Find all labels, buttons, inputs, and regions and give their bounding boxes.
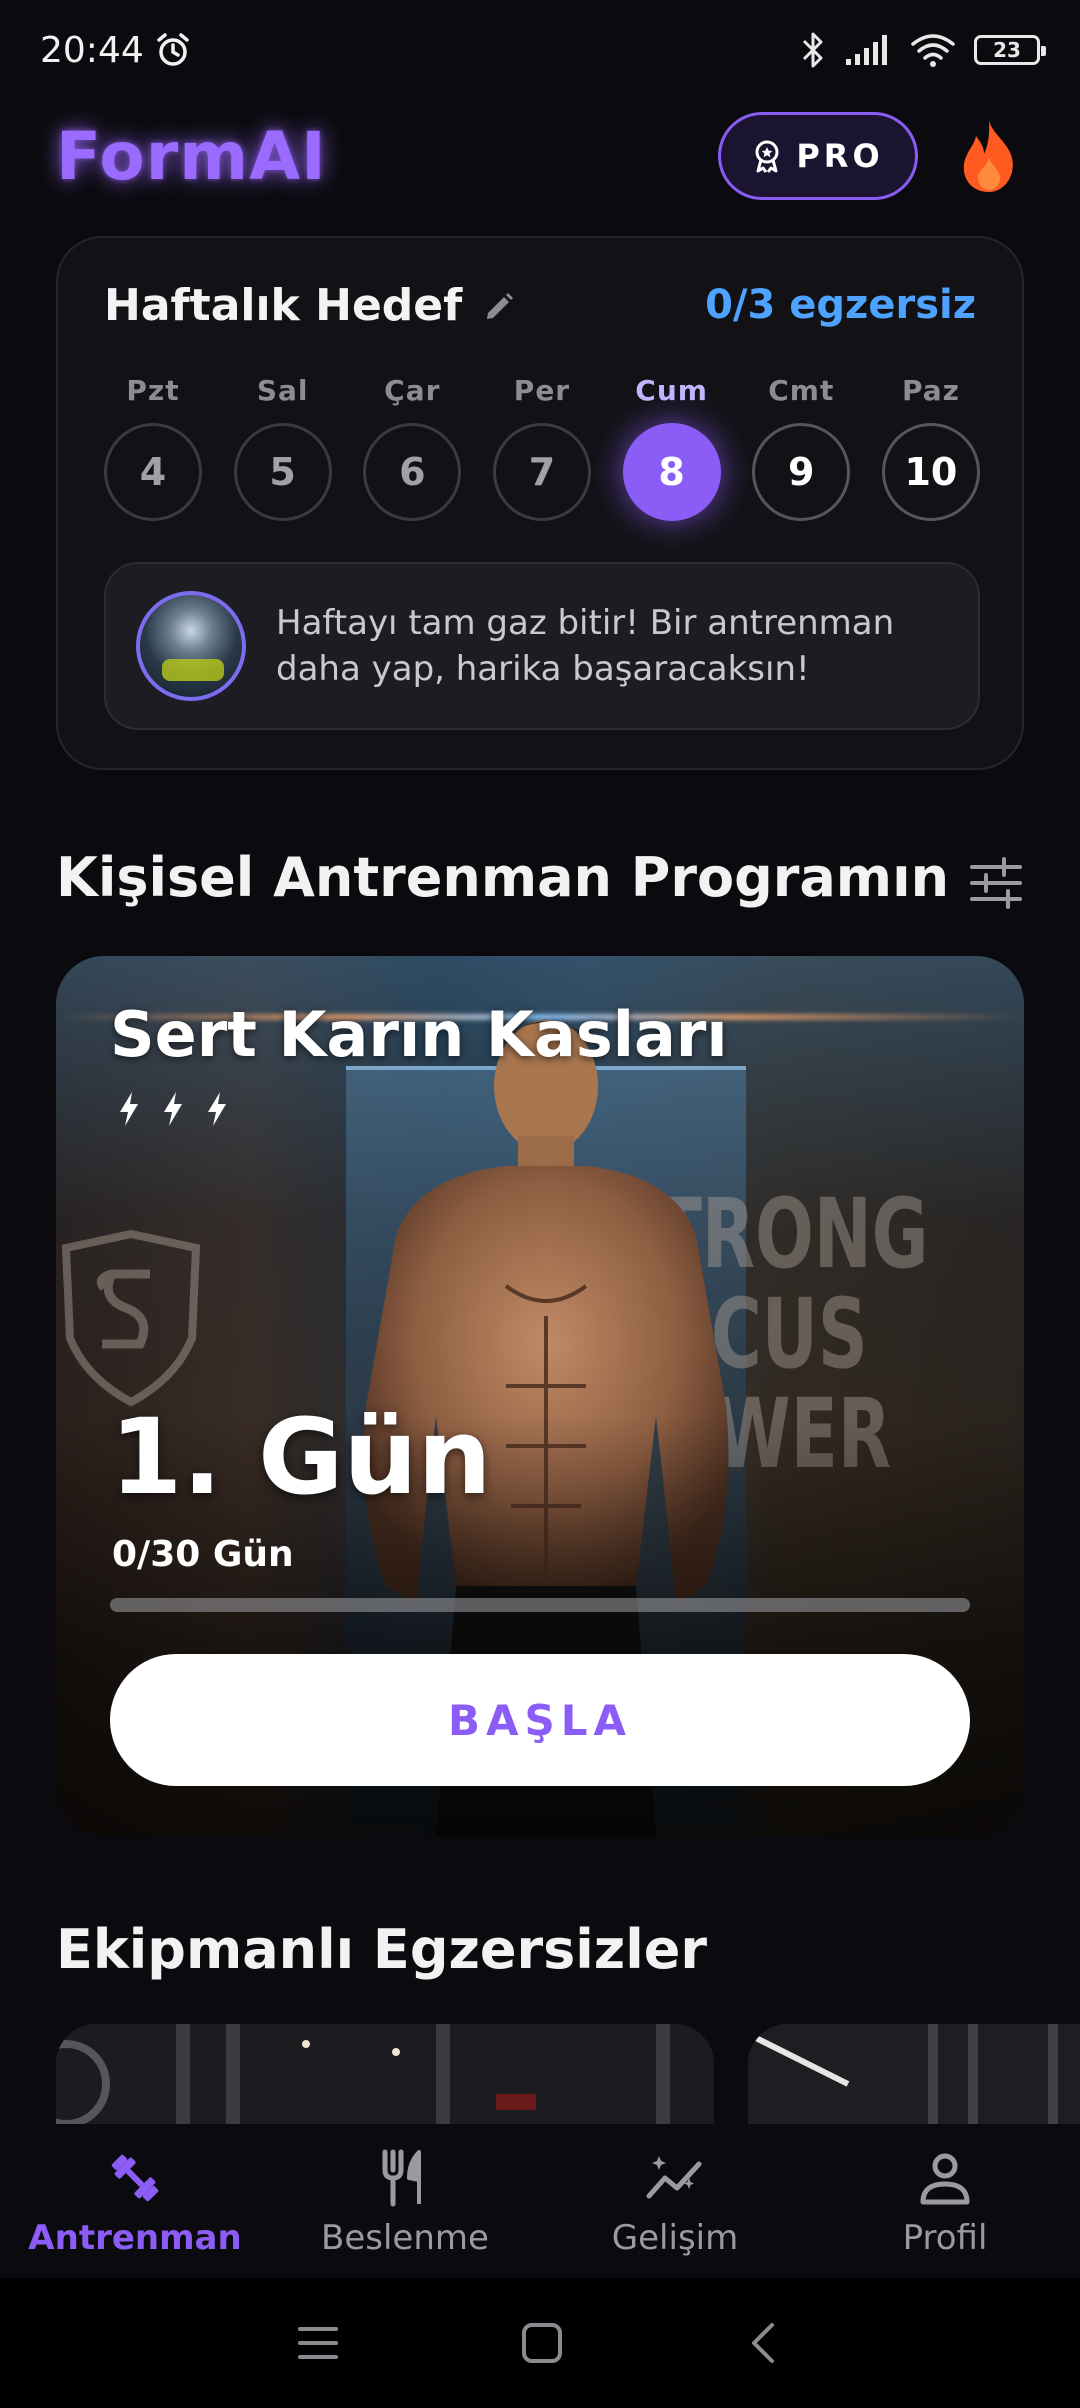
day-name: Cum [635, 374, 708, 407]
flame-icon [963, 120, 1013, 192]
day-name: Per [513, 374, 571, 407]
bolt-icon [164, 1092, 182, 1126]
alarm-icon [157, 33, 189, 66]
motivation-banner: Haftayı tam gaz bitir! Bir antrenman dah… [104, 562, 980, 730]
day-name: Paz [901, 374, 960, 407]
bluetooth-icon [802, 32, 823, 68]
day-name: Cmt [768, 374, 835, 407]
day-number: 9 [752, 423, 851, 521]
day-item-thu[interactable]: Per 7 [492, 374, 591, 521]
pro-label: PRO [796, 137, 884, 175]
day-item-tue[interactable]: Sal 5 [233, 374, 332, 521]
battery-indicator: 23 [974, 35, 1046, 65]
person-icon [920, 2153, 970, 2205]
status-time: 20:44 [40, 29, 144, 71]
day-number: 4 [104, 423, 202, 521]
day-number: 7 [492, 423, 591, 521]
week-days-row: Pzt 4 Sal 5 Çar 6 Per 7 Cum 8 Cmt 9 Paz … [104, 374, 980, 521]
weekly-goal-header: Haftalık Hedef [104, 280, 516, 331]
day-item-wed[interactable]: Çar 6 [363, 374, 462, 521]
filter-sliders-icon[interactable] [968, 855, 1024, 911]
progress-label: 0/30 Gün [112, 1534, 294, 1575]
nav-label: Gelişim [611, 2218, 739, 2258]
gym-shield-logo [61, 1229, 201, 1407]
dumbbell-icon [111, 2154, 159, 2202]
nav-label: Antrenman [28, 2218, 242, 2258]
program-card[interactable]: STRONG FOCUS POWER Sert Karın Kasları 1.… [56, 956, 1024, 1836]
badge-icon [755, 140, 779, 173]
weekly-goal-count: 0/3 egzersiz [705, 282, 976, 328]
coach-avatar [136, 591, 246, 701]
nav-item-progress[interactable]: Gelişim [540, 2124, 810, 2278]
day-name: Pzt [126, 374, 180, 407]
signal-icon [846, 35, 887, 65]
back-chevron-icon[interactable] [744, 2321, 784, 2365]
day-number: 6 [363, 423, 462, 521]
status-left: 20:44 [40, 30, 192, 71]
equipment-carousel[interactable] [56, 2024, 1080, 2124]
status-bar: 20:44 23 [0, 0, 1080, 100]
edit-pencil-icon[interactable] [482, 289, 516, 323]
battery-level: 23 [993, 38, 1021, 62]
menu-icon[interactable] [296, 2323, 340, 2363]
start-button[interactable]: BAŞLA [110, 1654, 970, 1786]
day-name: Sal [256, 374, 309, 407]
bottom-navigation: Antrenman Beslenme Gelişim Profil [0, 2124, 1080, 2278]
bolt-icon [120, 1092, 138, 1126]
system-navigation-bar [0, 2278, 1080, 2408]
day-item-sun[interactable]: Paz 10 [881, 374, 980, 521]
day-number-today: 8 [622, 423, 721, 521]
day-number: 10 [881, 423, 980, 521]
current-day-label: 1. Gün [110, 1396, 492, 1518]
streak-flame-button[interactable] [954, 116, 1024, 196]
bolt-icon [208, 1092, 226, 1126]
app-logo: FormAI [56, 117, 327, 195]
program-title: Sert Karın Kasları [110, 998, 728, 1071]
gym-rack-image [56, 2024, 714, 2124]
nav-item-nutrition[interactable]: Beslenme [270, 2124, 540, 2278]
nav-label: Profil [902, 2218, 988, 2258]
equipment-card[interactable] [56, 2024, 714, 2124]
home-square-icon[interactable] [520, 2321, 564, 2365]
fork-knife-icon [382, 2149, 421, 2207]
weekly-goal-title: Haftalık Hedef [104, 280, 463, 331]
nav-item-profile[interactable]: Profil [810, 2124, 1080, 2278]
day-item-mon[interactable]: Pzt 4 [104, 374, 202, 521]
weekly-goal-card: Haftalık Hedef 0/3 egzersiz Pzt 4 Sal 5 … [56, 236, 1024, 770]
status-right: 23 [800, 30, 1046, 70]
day-item-sat[interactable]: Cmt 9 [752, 374, 851, 521]
nav-item-workout[interactable]: Antrenman [0, 2124, 270, 2278]
progress-chart-icon [646, 2156, 702, 2199]
progress-bar [110, 1598, 970, 1612]
equipment-section-title: Ekipmanlı Egzersizler [56, 1918, 708, 1981]
program-section-title: Kişisel Antrenman Programın [56, 846, 950, 909]
app-header: FormAI PRO [56, 108, 1024, 204]
motivation-text: Haftayı tam gaz bitir! Bir antrenman dah… [276, 603, 895, 689]
wifi-icon [911, 34, 955, 67]
day-number: 5 [233, 423, 332, 521]
gym-interior-image [748, 2024, 1080, 2124]
pro-button[interactable]: PRO [718, 112, 918, 200]
intensity-indicator [116, 1090, 230, 1128]
equipment-card[interactable] [748, 2024, 1080, 2124]
nav-label: Beslenme [321, 2218, 489, 2258]
header-actions: PRO [718, 112, 1024, 200]
day-name: Çar [384, 374, 441, 407]
day-item-fri[interactable]: Cum 8 [622, 374, 721, 521]
